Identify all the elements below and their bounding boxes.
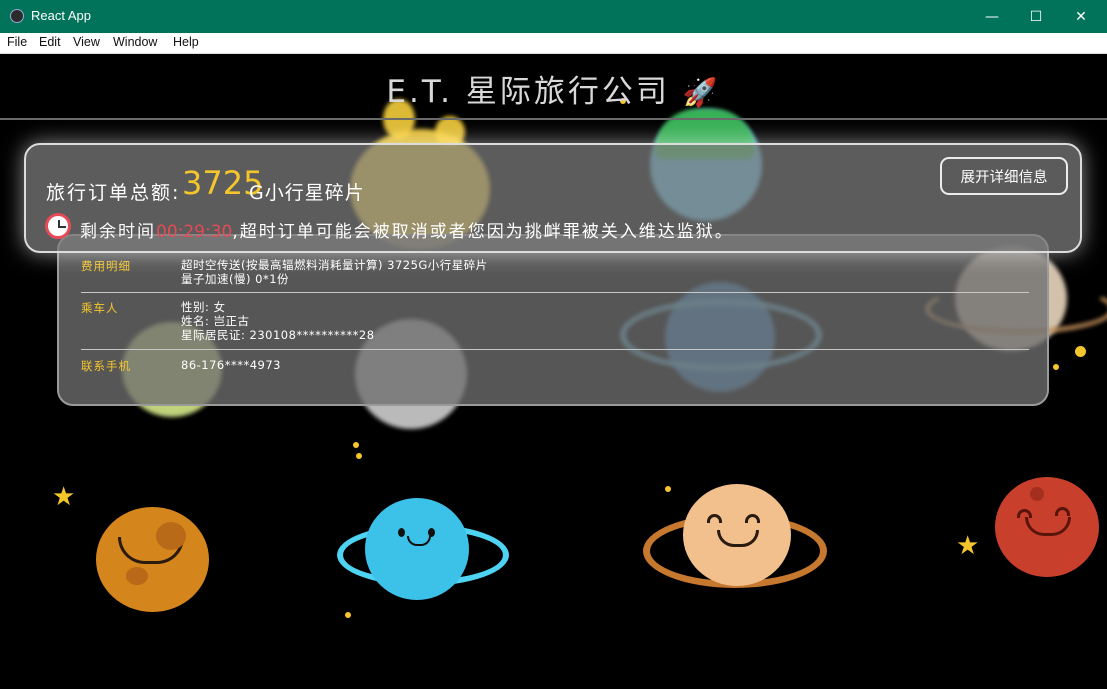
passenger-value: 性别: 女 姓名: 岂正古 星际居民证: 230108**********28 — [181, 300, 375, 342]
space-stage: ★ ★ E.T. 星际旅行公司 🚀 费用明细 超时空传送(按最高辐燃料消耗量计算… — [0, 54, 1107, 689]
total-label: 旅行订单总额: — [46, 182, 181, 204]
sparkle-dot-icon — [665, 486, 671, 492]
sparkle-dot-icon — [345, 612, 351, 618]
electron-app-icon — [10, 9, 24, 23]
fees-line-2: 量子加速(慢) 0*1份 — [181, 272, 290, 286]
sparkle-dot-icon — [1075, 346, 1086, 357]
peach-planet-icon — [683, 484, 791, 586]
orange-planet-icon — [96, 507, 209, 612]
phone-value: 86-176****4973 — [181, 358, 281, 372]
passenger-name: 姓名: 岂正古 — [181, 314, 250, 328]
menu-help[interactable]: Help — [173, 35, 199, 49]
expand-details-button[interactable]: 展开详细信息 — [940, 157, 1068, 195]
timer-value: 00:29:30 — [156, 222, 233, 242]
phone-row: 联系手机 86-176****4973 — [81, 350, 1029, 390]
passenger-id: 星际居民证: 230108**********28 — [181, 328, 375, 342]
rocket-icon: 🚀 — [682, 76, 721, 109]
order-detail-panel: 费用明细 超时空传送(按最高辐燃料消耗量计算) 3725G小行星碎片 量子加速(… — [57, 234, 1049, 406]
sparkle-dot-icon — [1053, 364, 1059, 370]
timer-line: 剩余时间00:29:30,超时订单可能会被取消或者您因为挑衅罪被关入维达监狱。 — [80, 217, 734, 242]
menu-file[interactable]: File — [7, 35, 27, 49]
star-icon: ★ — [956, 531, 980, 561]
page-title-text: E.T. 星际旅行公司 — [386, 74, 670, 110]
cyan-planet-icon — [365, 498, 469, 600]
passenger-row: 乘车人 性别: 女 姓名: 岂正古 星际居民证: 230108*********… — [81, 293, 1029, 350]
fees-value: 超时空传送(按最高辐燃料消耗量计算) 3725G小行星碎片 量子加速(慢) 0*… — [181, 258, 488, 286]
passenger-label: 乘车人 — [81, 301, 119, 315]
alarm-clock-icon — [45, 213, 71, 239]
star-icon: ★ — [52, 482, 76, 512]
title-divider — [0, 118, 1107, 120]
menu-view[interactable]: View — [73, 35, 100, 49]
timer-suffix: ,超时订单可能会被取消或者您因为挑衅罪被关入维达监狱。 — [232, 222, 734, 242]
menu-bar: File Edit View Window Help — [0, 33, 1107, 54]
fees-line-1: 超时空传送(按最高辐燃料消耗量计算) 3725G小行星碎片 — [181, 258, 488, 272]
page-title: E.T. 星际旅行公司 🚀 — [0, 66, 1107, 111]
close-button[interactable]: ✕ — [1058, 0, 1104, 33]
sparkle-dot-icon — [356, 453, 362, 459]
timer-prefix: 剩余时间 — [80, 222, 156, 242]
minimize-button[interactable]: — — [969, 0, 1015, 33]
sparkle-dot-icon — [353, 442, 359, 448]
total-unit: G小行星碎片 — [249, 182, 365, 204]
window-title: React App — [31, 8, 91, 23]
menu-edit[interactable]: Edit — [39, 35, 61, 49]
phone-label: 联系手机 — [81, 359, 131, 373]
order-summary-card: 旅行订单总额: 3725 G小行星碎片 展开详细信息 剩余时间00:29:30,… — [24, 143, 1082, 253]
fees-label: 费用明细 — [81, 259, 131, 273]
window-titlebar: React App — ☐ ✕ — [0, 0, 1107, 33]
maximize-button[interactable]: ☐ — [1013, 0, 1059, 33]
passenger-gender: 性别: 女 — [181, 300, 226, 314]
red-planet-icon — [995, 477, 1099, 577]
menu-window[interactable]: Window — [113, 35, 157, 49]
